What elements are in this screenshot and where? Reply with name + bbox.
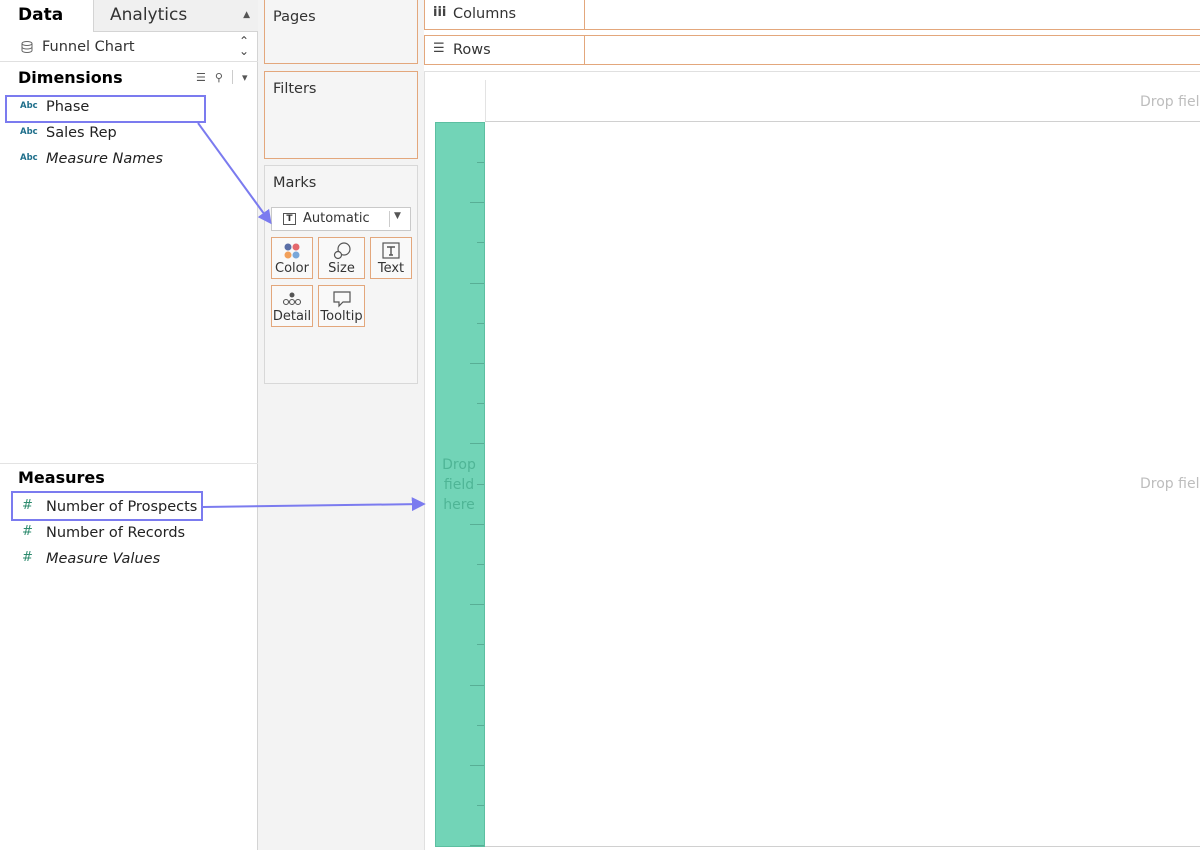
datasource-sort-icon[interactable]: ⌃ ⌄ xyxy=(236,35,252,57)
rows-shelf[interactable]: ☰ Rows xyxy=(424,35,1200,65)
text-button[interactable]: Text xyxy=(370,237,412,279)
chevron-down-icon[interactable]: ▾ xyxy=(242,71,248,84)
band-tick xyxy=(470,443,484,445)
field-measure-names[interactable]: Abc Measure Names xyxy=(0,147,256,173)
shelf-divider xyxy=(584,0,585,29)
section-divider xyxy=(0,463,258,464)
columns-shelf[interactable]: iii Columns xyxy=(424,0,1200,30)
band-tick xyxy=(477,483,484,485)
tooltip-button[interactable]: Tooltip xyxy=(318,285,365,327)
field-label: Measure Values xyxy=(46,551,161,567)
field-number-of-records[interactable]: # Number of Records xyxy=(0,521,256,547)
datasource-icon xyxy=(21,41,33,53)
band-tick xyxy=(477,322,484,324)
color-icon xyxy=(284,243,300,259)
detail-icon xyxy=(282,292,302,306)
band-tick xyxy=(477,805,484,807)
phase-highlight-box xyxy=(5,95,206,123)
toolbar-divider xyxy=(231,70,233,84)
band-tick xyxy=(477,162,484,163)
rows-drop-target[interactable]: Drop field here xyxy=(435,122,485,847)
columns-label: Columns xyxy=(453,6,517,22)
number-type-icon: # xyxy=(22,550,33,565)
datasource-row[interactable]: Funnel Chart ⌃ ⌄ xyxy=(0,32,258,62)
field-label: Sales Rep xyxy=(46,125,117,141)
shelf-divider xyxy=(584,36,585,64)
search-icon[interactable]: ⚲ xyxy=(215,71,223,84)
tooltip-icon xyxy=(332,291,351,308)
text-icon xyxy=(382,242,400,259)
tab-analytics-label: Analytics xyxy=(110,5,188,25)
field-label: Number of Records xyxy=(46,525,186,541)
band-tick xyxy=(470,282,484,284)
rows-icon: ☰ xyxy=(433,41,445,56)
tab-analytics[interactable]: Analytics ▲ xyxy=(93,0,258,32)
list-view-icon[interactable]: ☰ xyxy=(196,71,206,84)
band-drop-hint-line: field xyxy=(443,477,475,493)
columns-icon: iii xyxy=(433,5,447,20)
size-button[interactable]: Size xyxy=(318,237,365,279)
tab-scroll-icon[interactable]: ▲ xyxy=(243,0,250,30)
mark-type-label: Automatic xyxy=(303,211,370,226)
string-type-icon: Abc xyxy=(20,127,38,137)
band-tick xyxy=(470,363,484,364)
filters-shelf[interactable]: Filters xyxy=(264,71,418,159)
tab-data[interactable]: Data xyxy=(0,0,93,32)
field-sales-rep[interactable]: Abc Sales Rep xyxy=(0,121,256,147)
color-button[interactable]: Color xyxy=(271,237,313,279)
pages-shelf[interactable]: Pages xyxy=(264,0,418,64)
rows-label: Rows xyxy=(453,42,491,58)
size-icon xyxy=(333,242,351,260)
text-label: Text xyxy=(377,261,405,276)
field-measure-values[interactable]: # Measure Values xyxy=(0,547,256,573)
band-tick xyxy=(470,523,484,525)
band-drop-hint: Drop field here xyxy=(436,455,482,515)
view-bottom-rule xyxy=(485,846,1200,847)
band-tick xyxy=(470,684,484,686)
color-label: Color xyxy=(275,261,309,276)
band-tick xyxy=(477,242,484,244)
measures-title: Measures xyxy=(18,468,105,487)
band-tick xyxy=(477,403,484,405)
chevron-down-icon[interactable]: ▼ xyxy=(394,211,401,221)
marks-title: Marks xyxy=(273,175,317,191)
shelves-pane: Pages Filters Marks T Automatic ▼ Color xyxy=(258,0,424,850)
datasource-name: Funnel Chart xyxy=(42,39,135,55)
dropdown-divider xyxy=(389,211,390,227)
size-label: Size xyxy=(328,261,355,276)
band-tick xyxy=(477,564,484,565)
text-mark-icon: T xyxy=(283,213,296,225)
filters-title: Filters xyxy=(273,81,317,97)
band-tick xyxy=(470,202,484,204)
band-tick xyxy=(477,724,484,726)
band-drop-hint-line: here xyxy=(443,497,475,513)
dimensions-title: Dimensions xyxy=(18,68,123,87)
marks-card: Marks T Automatic ▼ Color Size Text Deta… xyxy=(264,165,418,384)
prospects-highlight-box xyxy=(11,491,203,521)
band-tick xyxy=(477,644,484,646)
number-type-icon: # xyxy=(22,524,33,539)
view-canvas[interactable]: Drop fiel Drop fiel Drop field here xyxy=(424,71,1200,850)
band-drop-hint-line: Drop xyxy=(442,457,476,473)
band-tick xyxy=(470,845,484,847)
data-pane: Data Analytics ▲ Funnel Chart ⌃ ⌄ Dimensi… xyxy=(0,0,258,850)
drop-field-hint-mid[interactable]: Drop fiel xyxy=(1140,476,1199,492)
tooltip-label: Tooltip xyxy=(320,309,363,324)
drop-field-hint-top[interactable]: Drop fiel xyxy=(1140,94,1199,110)
string-type-icon: Abc xyxy=(20,153,38,163)
pages-title: Pages xyxy=(273,9,316,25)
header-divider xyxy=(485,80,486,122)
field-label: Measure Names xyxy=(46,151,163,167)
dimensions-toolbar: ☰ ⚲ ▾ xyxy=(196,70,247,84)
band-tick xyxy=(470,604,484,606)
header-rule xyxy=(485,121,1200,122)
detail-button[interactable]: Detail xyxy=(271,285,313,327)
band-tick xyxy=(470,765,484,766)
mark-type-dropdown[interactable]: T Automatic ▼ xyxy=(271,207,411,231)
detail-label: Detail xyxy=(272,309,312,324)
